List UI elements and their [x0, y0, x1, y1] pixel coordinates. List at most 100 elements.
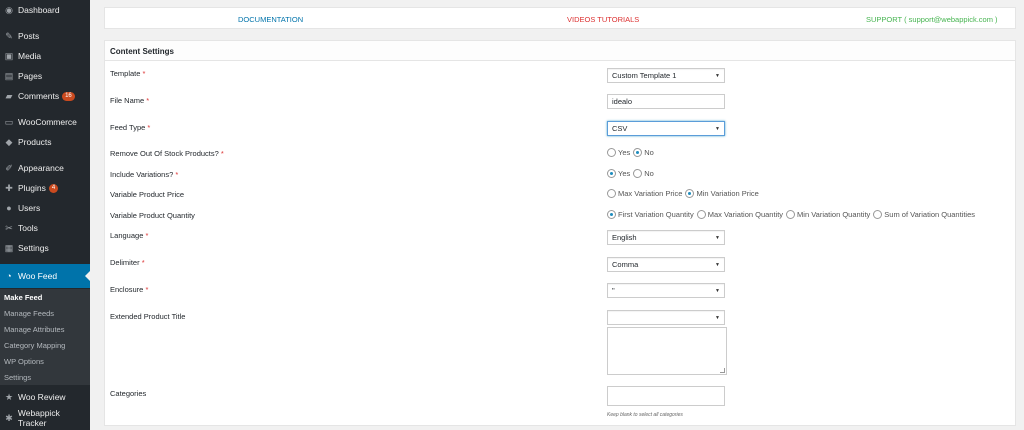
required-marker: *: [145, 231, 149, 240]
content-settings-panel: Content Settings Template * Custom Templ…: [104, 40, 1016, 426]
remove-oos-yes-option[interactable]: Yes: [607, 148, 630, 157]
include-variations-label: Include Variations? *: [110, 170, 179, 179]
variable-price-radios: Max Variation Price Min Variation Price: [607, 189, 762, 198]
radio-button-checked[interactable]: [607, 169, 616, 178]
submenu-manage-attributes[interactable]: Manage Attributes: [4, 325, 64, 334]
menu-item-label: Products: [18, 137, 52, 147]
chevron-down-icon: ▼: [715, 262, 720, 268]
pin-icon: ✎: [5, 30, 13, 41]
sum-variation-quantities-option[interactable]: Sum of Variation Quantities: [873, 210, 975, 219]
menu-item-label: Woo Review: [18, 392, 66, 402]
max-variation-price-option[interactable]: Max Variation Price: [607, 189, 682, 198]
template-label: Template *: [110, 69, 146, 78]
panel-title: Content Settings: [110, 47, 174, 56]
delimiter-label: Delimiter *: [110, 258, 145, 267]
panel-header: Content Settings: [105, 41, 1015, 61]
language-label: Language *: [110, 231, 149, 240]
file-name-input[interactable]: idealo: [607, 94, 725, 109]
menu-item-plugins[interactable]: ✚ Plugins 4: [0, 178, 90, 198]
max-variation-quantity-option[interactable]: Max Variation Quantity: [696, 210, 783, 219]
radio-button-checked[interactable]: [685, 189, 695, 198]
menu-item-appearance[interactable]: ✐ Appearance: [0, 158, 90, 178]
plugins-update-badge: 4: [48, 183, 59, 193]
support-link[interactable]: SUPPORT ( support@webappick.com ): [866, 15, 998, 24]
menu-item-tools[interactable]: ✂ Tools: [0, 218, 90, 238]
language-select[interactable]: English ▼: [607, 230, 725, 245]
menu-item-dashboard[interactable]: ◉ Dashboard: [0, 0, 90, 20]
feed-type-label: Feed Type *: [110, 123, 151, 132]
menu-item-label: Tools: [18, 223, 38, 233]
submenu-category-mapping[interactable]: Category Mapping: [4, 341, 65, 350]
rss-icon: ◔: [6, 271, 12, 281]
first-variation-quantity-option[interactable]: First Variation Quantity: [607, 210, 694, 219]
menu-item-label: Posts: [18, 31, 40, 41]
radio-button[interactable]: [696, 210, 706, 219]
dashboard-icon: ◉: [5, 4, 13, 15]
required-marker: *: [220, 149, 224, 158]
submenu-wp-options[interactable]: WP Options: [4, 357, 44, 366]
radio-button[interactable]: [786, 210, 796, 219]
resize-handle-icon[interactable]: [720, 368, 725, 373]
include-variations-radios: Yes No: [607, 169, 657, 178]
feed-type-select[interactable]: CSV ▼: [607, 121, 725, 136]
enclosure-select[interactable]: " ▼: [607, 283, 725, 298]
extended-title-textarea[interactable]: [607, 327, 727, 375]
submenu-settings[interactable]: Settings: [4, 373, 31, 382]
comments-count-badge: 16: [62, 91, 75, 101]
menu-item-label: Pages: [18, 71, 43, 81]
menu-item-label: Woo Feed: [18, 271, 58, 281]
include-variations-no-option[interactable]: No: [633, 169, 654, 178]
chevron-down-icon: ▼: [715, 288, 720, 294]
chevron-down-icon: ▼: [715, 235, 720, 241]
submenu-manage-feeds[interactable]: Manage Feeds: [4, 309, 54, 318]
radio-button-checked[interactable]: [607, 210, 616, 219]
categories-input[interactable]: [607, 386, 725, 406]
variable-quantity-label: Variable Product Quantity: [110, 211, 195, 220]
menu-item-woocommerce[interactable]: ▭ WooCommerce: [0, 112, 90, 132]
woocommerce-icon: ▭: [4, 116, 14, 127]
required-marker: *: [147, 123, 151, 132]
media-icon: ▣: [4, 50, 14, 61]
products-icon: ◆: [5, 136, 13, 147]
menu-item-posts[interactable]: ✎ Posts: [0, 26, 90, 46]
menu-item-comments[interactable]: ▰ Comments 16: [0, 86, 90, 106]
radio-button[interactable]: [607, 189, 616, 198]
menu-item-label: Comments: [18, 91, 60, 101]
woo-feed-submenu: Make Feed Manage Feeds Manage Attributes…: [0, 289, 90, 385]
chevron-down-icon: ▼: [715, 126, 720, 132]
radio-button[interactable]: [873, 210, 883, 219]
remove-out-of-stock-label: Remove Out Of Stock Products? *: [110, 149, 224, 158]
menu-item-pages[interactable]: ▤ Pages: [0, 66, 90, 86]
radio-button[interactable]: [633, 169, 643, 178]
menu-item-label: Users: [18, 203, 41, 213]
menu-item-woo-feed[interactable]: ◔ Woo Feed: [0, 264, 90, 288]
menu-item-media[interactable]: ▣ Media: [0, 46, 90, 66]
categories-help-text: Keep blank to select all categories: [607, 412, 683, 418]
delimiter-select[interactable]: Comma ▼: [607, 257, 725, 272]
menu-item-products[interactable]: ◆ Products: [0, 132, 90, 152]
menu-item-label: Plugins: [18, 183, 46, 193]
menu-item-users[interactable]: ● Users: [0, 198, 90, 218]
remove-out-of-stock-radios: Yes No: [607, 148, 657, 157]
videos-tutorials-link[interactable]: VIDEOS TUTORIALS: [567, 15, 639, 24]
required-marker: *: [142, 69, 146, 78]
min-variation-quantity-option[interactable]: Min Variation Quantity: [786, 210, 870, 219]
extended-title-select[interactable]: ▼: [607, 310, 725, 325]
admin-sidebar: ◉ Dashboard ✎ Posts ▣ Media ▤ Pages ▰ Co…: [0, 0, 90, 430]
submenu-make-feed[interactable]: Make Feed: [4, 293, 42, 302]
menu-item-woo-review[interactable]: ★ Woo Review: [0, 387, 90, 407]
radio-button[interactable]: [607, 148, 616, 157]
remove-oos-no-option[interactable]: No: [633, 148, 654, 157]
documentation-link[interactable]: DOCUMENTATION: [238, 15, 303, 24]
menu-item-settings[interactable]: ▦ Settings: [0, 238, 90, 258]
template-select[interactable]: Custom Template 1 ▼: [607, 68, 725, 83]
menu-item-webappick-tracker[interactable]: ✱ Webappick Tracker: [0, 408, 90, 428]
file-name-label: File Name *: [110, 96, 150, 105]
variable-price-label: Variable Product Price: [110, 190, 185, 199]
extended-title-label: Extended Product Title: [110, 312, 186, 321]
comments-icon: ▰: [5, 90, 13, 101]
chevron-down-icon: ▼: [715, 315, 720, 321]
min-variation-price-option[interactable]: Min Variation Price: [685, 189, 759, 198]
radio-button-checked[interactable]: [633, 148, 643, 157]
include-variations-yes-option[interactable]: Yes: [607, 169, 630, 178]
